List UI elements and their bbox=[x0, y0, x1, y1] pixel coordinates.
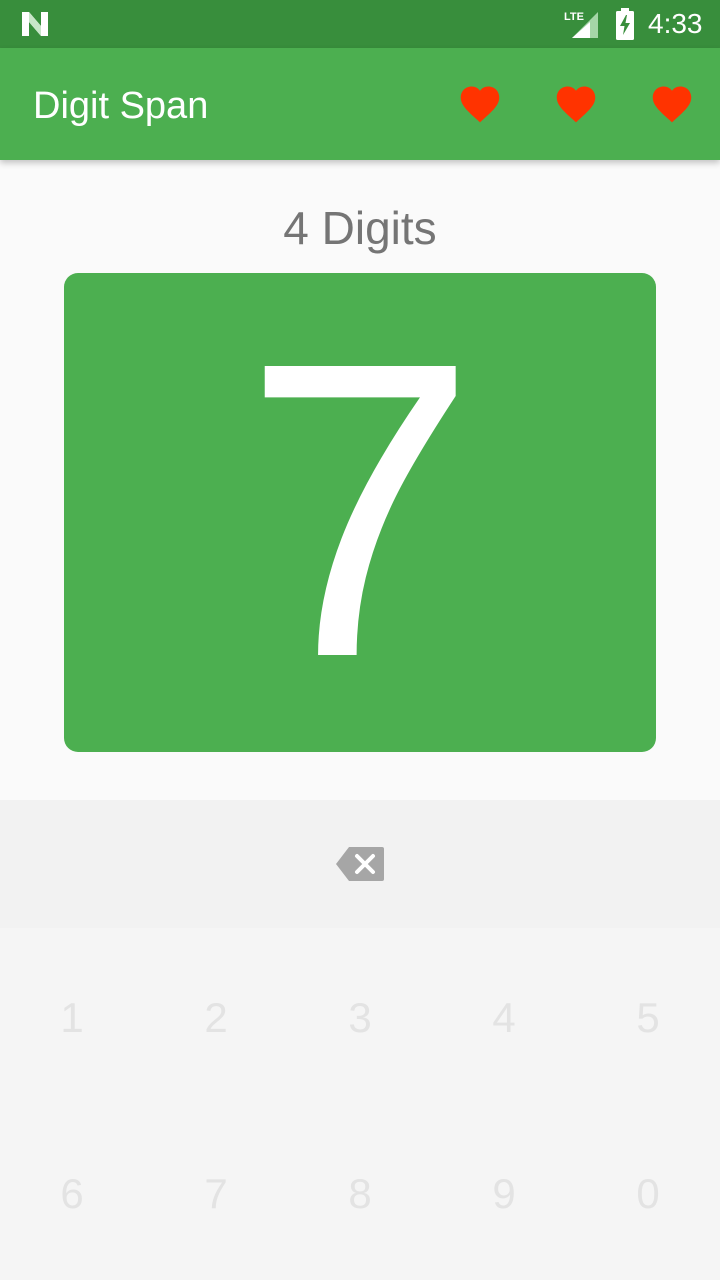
key-7[interactable]: 7 bbox=[144, 1154, 288, 1234]
key-5[interactable]: 5 bbox=[576, 978, 720, 1058]
number-keypad: 1 2 3 4 5 6 7 8 9 0 bbox=[0, 928, 720, 1280]
status-bar: LTE 4:33 bbox=[0, 0, 720, 48]
key-3[interactable]: 3 bbox=[288, 978, 432, 1058]
key-1[interactable]: 1 bbox=[0, 978, 144, 1058]
life-heart-icon-3 bbox=[652, 86, 692, 123]
backspace-icon[interactable] bbox=[335, 846, 385, 882]
digit-count-label: 4 Digits bbox=[283, 202, 437, 254]
key-8[interactable]: 8 bbox=[288, 1154, 432, 1234]
digit-span-screen: LTE 4:33 Digit Span 4 Digits 7 1 2 3 4 5… bbox=[0, 0, 720, 1280]
key-6[interactable]: 6 bbox=[0, 1154, 144, 1234]
svg-text:LTE: LTE bbox=[564, 11, 584, 23]
key-9[interactable]: 9 bbox=[432, 1154, 576, 1234]
key-4[interactable]: 4 bbox=[432, 978, 576, 1058]
life-heart-icon-2 bbox=[556, 86, 596, 123]
app-title: Digit Span bbox=[33, 85, 209, 127]
app-bar: Digit Span bbox=[0, 48, 720, 160]
n-logo-icon bbox=[22, 12, 48, 36]
lte-signal-icon: LTE bbox=[564, 11, 598, 38]
battery-charging-icon bbox=[616, 8, 634, 40]
current-digit: 7 bbox=[243, 276, 477, 745]
digit-display-card: 7 bbox=[64, 273, 656, 752]
key-2[interactable]: 2 bbox=[144, 978, 288, 1058]
status-time: 4:33 bbox=[648, 8, 703, 39]
key-0[interactable]: 0 bbox=[576, 1154, 720, 1234]
life-heart-icon-1 bbox=[460, 86, 500, 123]
